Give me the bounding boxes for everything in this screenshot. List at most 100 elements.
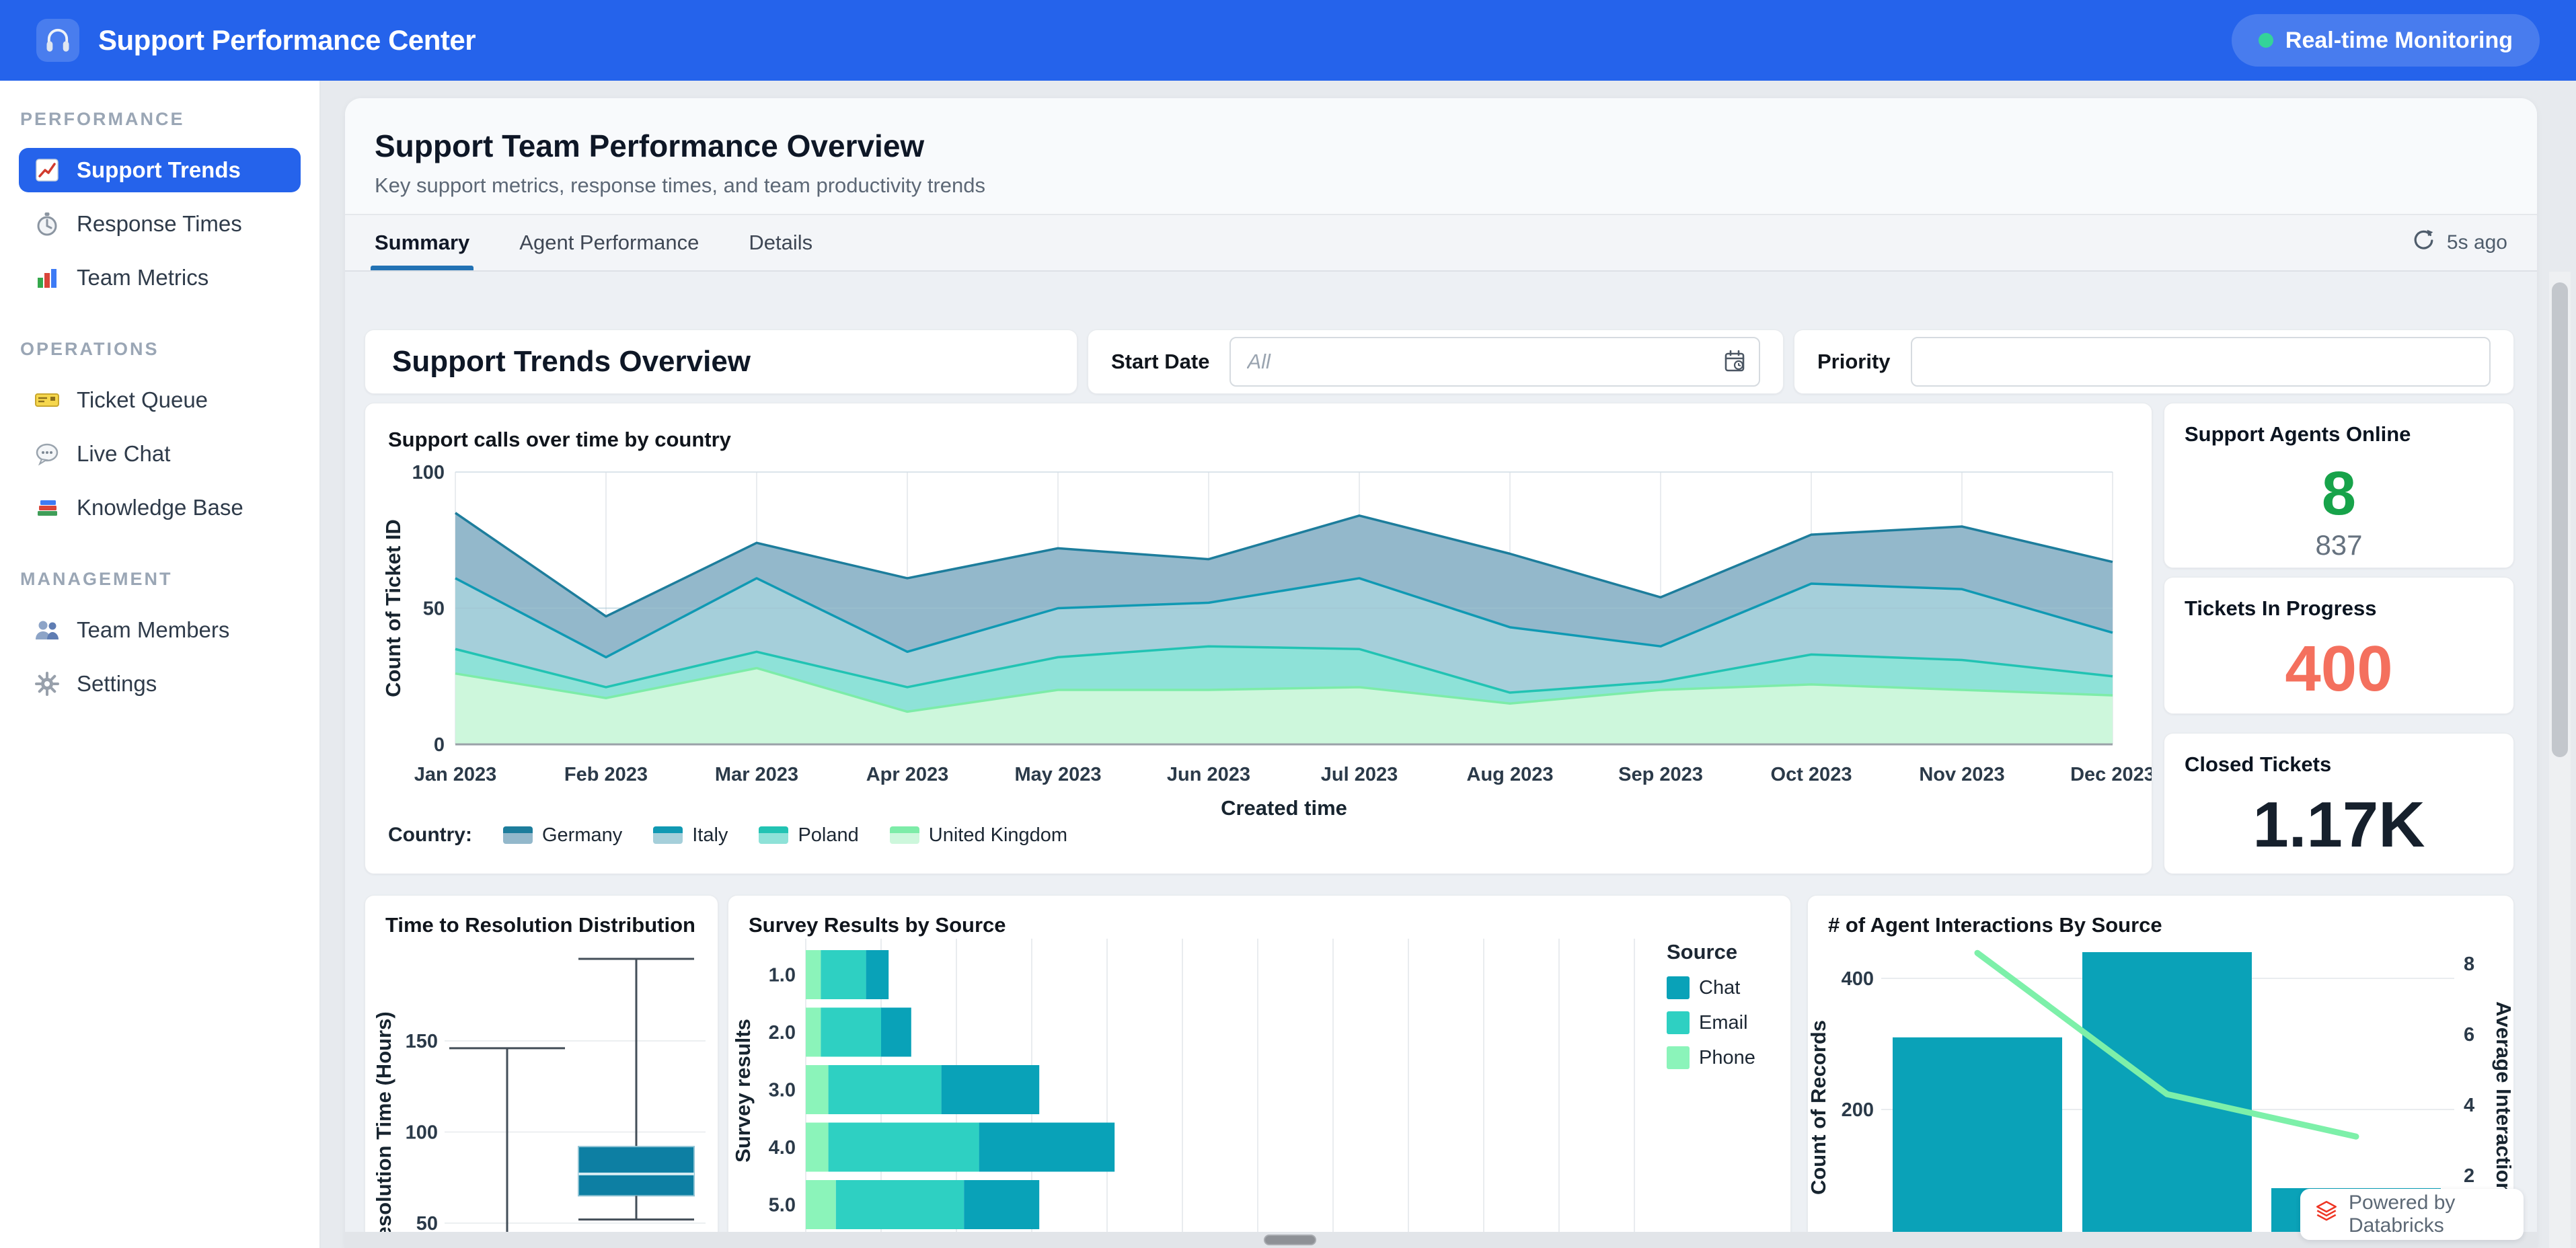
tab-details[interactable]: Details (749, 215, 812, 270)
sidebar-item-label: Settings (77, 671, 157, 697)
sidebar-item-support-trends[interactable]: Support Trends (19, 148, 301, 192)
legend-item-phone[interactable]: Phone (1667, 1046, 1755, 1069)
svg-text:Resolution Time (Hours): Resolution Time (Hours) (372, 1011, 395, 1248)
sidebar-section-label: OPERATIONS (20, 338, 319, 360)
legend-swatch (653, 826, 683, 844)
svg-text:Nov 2023: Nov 2023 (1919, 764, 2004, 785)
svg-text:4: 4 (2464, 1095, 2474, 1116)
refresh-control[interactable]: 5s ago (2411, 215, 2507, 270)
svg-text:Created time: Created time (1221, 796, 1347, 820)
tab-agent-performance[interactable]: Agent Performance (519, 215, 699, 270)
survey-chart-title: Survey Results by Source (749, 913, 1006, 937)
legend-item-email[interactable]: Email (1667, 1011, 1755, 1034)
legend-item-poland[interactable]: Poland (759, 824, 858, 847)
legend-label: Phone (1699, 1047, 1755, 1069)
legend-swatch (890, 826, 919, 844)
support-calls-chart-card: Support calls over time by country 05010… (365, 403, 2152, 874)
legend-label: Chat (1699, 977, 1740, 999)
svg-text:May 2023: May 2023 (1015, 764, 1102, 785)
powered-by-label: Powered by Databricks (2349, 1192, 2510, 1237)
start-date-filter-card: Start Date (1088, 329, 1784, 394)
realtime-badge-label: Real-time Monitoring (2285, 28, 2513, 54)
sidebar-item-live-chat[interactable]: Live Chat (19, 432, 301, 476)
sidebar-item-label: Live Chat (77, 441, 170, 467)
app-header: Support Performance Center Real-time Mon… (0, 0, 2576, 81)
svg-text:6: 6 (2464, 1024, 2474, 1046)
tab-bar: Summary Agent Performance Details 5s ago (345, 215, 2537, 272)
resolution-distribution-chart-card: Time to Resolution Distribution 50100150… (365, 895, 718, 1248)
sidebar-item-label: Support Trends (77, 157, 241, 183)
legend-item-italy[interactable]: Italy (653, 824, 728, 847)
svg-text:5.0: 5.0 (769, 1195, 796, 1216)
sidebar-item-label: Team Members (77, 617, 229, 643)
priority-input[interactable] (1911, 337, 2491, 387)
kpi-title: Support Agents Online (2185, 422, 2493, 446)
svg-text:2.0: 2.0 (769, 1022, 796, 1044)
page-header: Support Team Performance Overview Key su… (345, 98, 2537, 215)
legend-label: United Kingdom (929, 824, 1067, 847)
svg-text:8: 8 (2464, 953, 2474, 975)
tab-summary[interactable]: Summary (375, 215, 469, 270)
survey-stacked-bar-chart: 1.02.03.04.05.0Survey results (728, 936, 1791, 1248)
vertical-scrollbar-handle[interactable] (2552, 282, 2568, 757)
main-panel: Support Team Performance Overview Key su… (345, 98, 2537, 1248)
calendar-icon[interactable] (1721, 348, 1748, 375)
resolution-box-plot: 50100150Resolution Time (Hours) (365, 943, 718, 1248)
sidebar-item-label: Team Metrics (77, 265, 209, 290)
legend-title: Country: (388, 824, 472, 847)
speech-bubble-icon (34, 440, 61, 467)
legend-label: Italy (692, 824, 728, 847)
kpi-card-closed-tickets: Closed Tickets 1.17K (2164, 733, 2514, 874)
svg-text:2: 2 (2464, 1165, 2474, 1187)
start-date-input[interactable] (1229, 337, 1760, 387)
svg-text:150: 150 (406, 1031, 438, 1052)
legend-title: Source (1667, 940, 1755, 964)
svg-text:Oct 2023: Oct 2023 (1771, 764, 1852, 785)
trend-chart-icon (34, 157, 61, 184)
legend-swatch (1667, 976, 1690, 999)
sidebar-item-team-members[interactable]: Team Members (19, 608, 301, 652)
sidebar-item-label: Ticket Queue (77, 387, 208, 413)
svg-text:200: 200 (1842, 1099, 1874, 1121)
legend-item-united-kingdom[interactable]: United Kingdom (890, 824, 1067, 847)
horizontal-scrollbar-track[interactable] (345, 1232, 2537, 1248)
sidebar-item-response-times[interactable]: Response Times (19, 202, 301, 246)
sidebar: PERFORMANCESupport TrendsResponse TimesT… (0, 81, 321, 1248)
svg-text:Survey results: Survey results (731, 1019, 755, 1163)
refresh-icon (2411, 227, 2436, 258)
tabs: Summary Agent Performance Details (375, 215, 862, 270)
refresh-label: 5s ago (2447, 231, 2507, 254)
kpi-card-tickets-in-progress: Tickets In Progress 400 (2164, 577, 2514, 714)
legend-swatch (503, 826, 533, 844)
sidebar-item-knowledge-base[interactable]: Knowledge Base (19, 485, 301, 530)
legend-label: Poland (798, 824, 858, 847)
stopwatch-icon (34, 210, 61, 237)
svg-text:Mar 2023: Mar 2023 (715, 764, 798, 785)
legend-item-germany[interactable]: Germany (503, 824, 622, 847)
support-calls-area-chart: 050100Jan 2023Feb 2023Mar 2023Apr 2023Ma… (365, 457, 2152, 820)
legend-swatch (1667, 1046, 1690, 1069)
kpi-title: Closed Tickets (2185, 752, 2493, 777)
svg-text:Feb 2023: Feb 2023 (564, 764, 648, 785)
svg-text:100: 100 (412, 462, 445, 483)
powered-by-databricks-badge[interactable]: Powered by Databricks (2300, 1189, 2524, 1240)
svg-text:Count of Ticket ID: Count of Ticket ID (381, 519, 405, 697)
svg-text:1.0: 1.0 (769, 965, 796, 986)
sidebar-item-team-metrics[interactable]: Team Metrics (19, 256, 301, 300)
sidebar-section: MANAGEMENTTeam MembersSettings (0, 568, 319, 706)
ticket-icon (34, 387, 61, 414)
kpi-secondary-value: 837 (2185, 529, 2493, 561)
kpi-title: Tickets In Progress (2185, 596, 2493, 621)
app-logo (36, 19, 79, 62)
svg-text:Sep 2023: Sep 2023 (1618, 764, 1703, 785)
sidebar-item-ticket-queue[interactable]: Ticket Queue (19, 378, 301, 422)
realtime-monitoring-badge[interactable]: Real-time Monitoring (2232, 14, 2540, 67)
status-dot-icon (2259, 33, 2273, 48)
legend-swatch (1667, 1011, 1690, 1034)
legend-item-chat[interactable]: Chat (1667, 976, 1755, 999)
svg-text:Jun 2023: Jun 2023 (1167, 764, 1250, 785)
resolution-chart-title: Time to Resolution Distribution (385, 913, 695, 937)
survey-results-chart-card: Survey Results by Source 1.02.03.04.05.0… (728, 895, 1791, 1248)
sidebar-item-settings[interactable]: Settings (19, 662, 301, 706)
horizontal-scrollbar-handle[interactable] (1264, 1235, 1316, 1245)
